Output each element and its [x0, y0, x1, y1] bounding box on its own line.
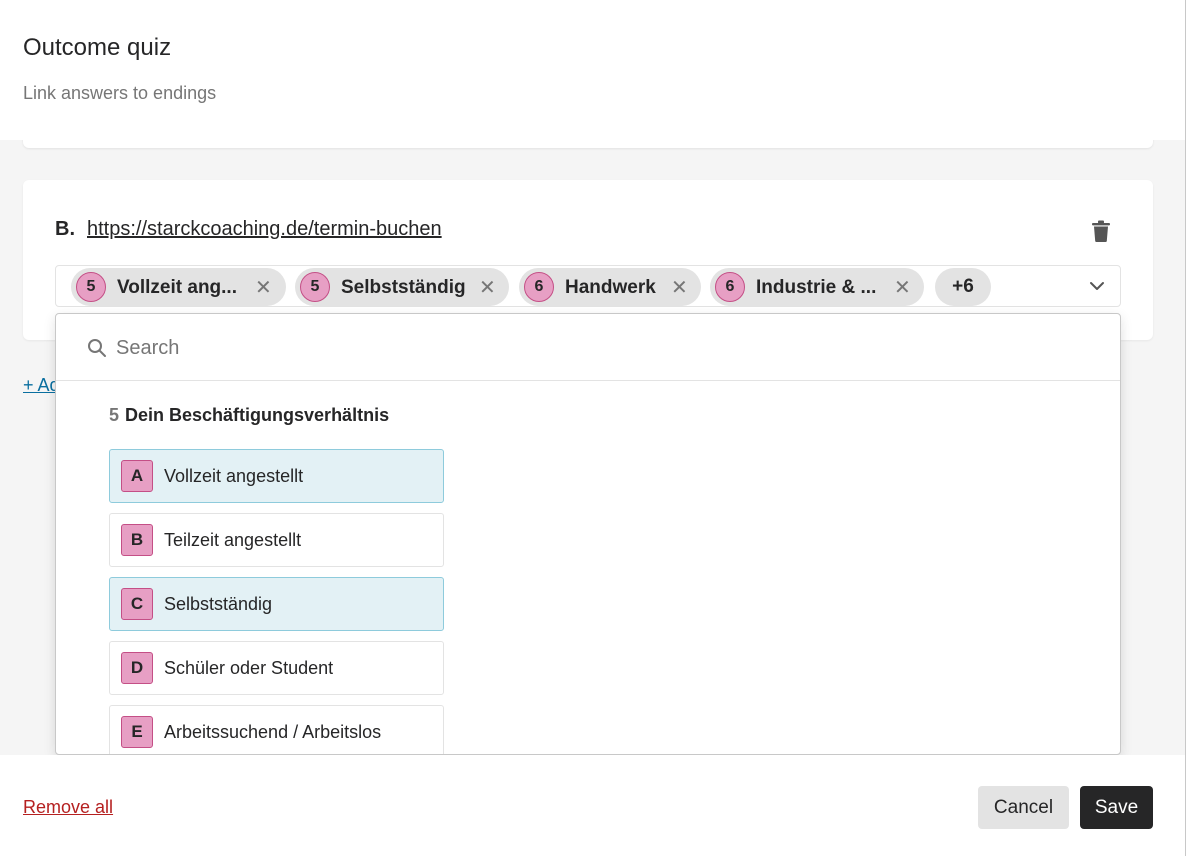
close-icon[interactable]: ✕	[894, 275, 911, 300]
option-letter: E	[121, 716, 153, 748]
question-number-badge: 6	[524, 272, 554, 302]
question-number: 5	[109, 405, 120, 425]
answer-chip: 5 Vollzeit ang... ✕	[71, 268, 286, 306]
more-chips-count[interactable]: +6	[935, 268, 991, 306]
search-input[interactable]	[116, 332, 1016, 364]
option-letter: B	[121, 524, 153, 556]
search-icon	[87, 338, 107, 358]
trash-icon[interactable]	[1091, 220, 1111, 242]
chip-label: Vollzeit ang...	[117, 277, 237, 298]
answer-chip-bar[interactable]: 5 Vollzeit ang... ✕ 5 Selbstständig ✕ 6 …	[55, 265, 1121, 307]
chip-label: Industrie & ...	[756, 277, 877, 298]
chevron-down-icon[interactable]	[1088, 277, 1106, 295]
answer-chip: 6 Handwerk ✕	[519, 268, 701, 306]
ending-letter: B.	[55, 218, 75, 240]
option-label: Teilzeit angestellt	[164, 530, 302, 550]
close-icon[interactable]: ✕	[255, 275, 272, 300]
answer-option-a[interactable]: A Vollzeit angestellt	[109, 449, 444, 503]
chip-label: Selbstständig	[341, 277, 466, 298]
chip-label: Handwerk	[565, 277, 656, 298]
option-label: Selbstständig	[164, 594, 273, 614]
question-number-badge: 6	[715, 272, 745, 302]
option-letter: C	[121, 588, 153, 620]
option-label: Arbeitssuchend / Arbeitslos	[164, 722, 382, 742]
answer-option-c[interactable]: C Selbstständig	[109, 577, 444, 631]
save-button[interactable]: Save	[1080, 786, 1153, 829]
dropdown-search	[56, 314, 1120, 381]
option-letter: A	[121, 460, 153, 492]
question-number-badge: 5	[300, 272, 330, 302]
question-number-badge: 5	[76, 272, 106, 302]
answer-option-b[interactable]: B Teilzeit angestellt	[109, 513, 444, 567]
modal-title: Outcome quiz	[23, 34, 172, 61]
question-heading: 5 Dein Beschäftigungsverhältnis	[109, 405, 389, 426]
close-icon[interactable]: ✕	[671, 275, 688, 300]
close-icon[interactable]: ✕	[479, 275, 496, 300]
option-letter: D	[121, 652, 153, 684]
option-label: Schüler oder Student	[164, 658, 334, 678]
ending-url-link[interactable]: https://starckcoaching.de/termin-buchen	[87, 218, 442, 241]
question-title: Dein Beschäftigungsverhältnis	[125, 405, 390, 425]
modal-subtitle: Link answers to endings	[23, 83, 217, 103]
previous-ending-card	[23, 140, 1153, 148]
modal-header: Outcome quiz Link answers to endings	[0, 0, 1185, 140]
cancel-button[interactable]: Cancel	[978, 786, 1069, 829]
answer-option-e[interactable]: E Arbeitssuchend / Arbeitslos	[109, 705, 444, 754]
option-label: Vollzeit angestellt	[164, 466, 304, 486]
remove-all-link[interactable]: Remove all	[23, 797, 113, 818]
answer-option-d[interactable]: D Schüler oder Student	[109, 641, 444, 695]
modal-footer: Remove all Cancel Save	[0, 755, 1185, 856]
outcome-quiz-modal: Outcome quiz Link answers to endings B. …	[0, 0, 1186, 856]
answer-chip: 6 Industrie & ... ✕	[710, 268, 924, 306]
answer-dropdown: 5Dein Beschäftigungsverhältnis A Vollzei…	[55, 313, 1121, 755]
answer-chip: 5 Selbstständig ✕	[295, 268, 509, 306]
